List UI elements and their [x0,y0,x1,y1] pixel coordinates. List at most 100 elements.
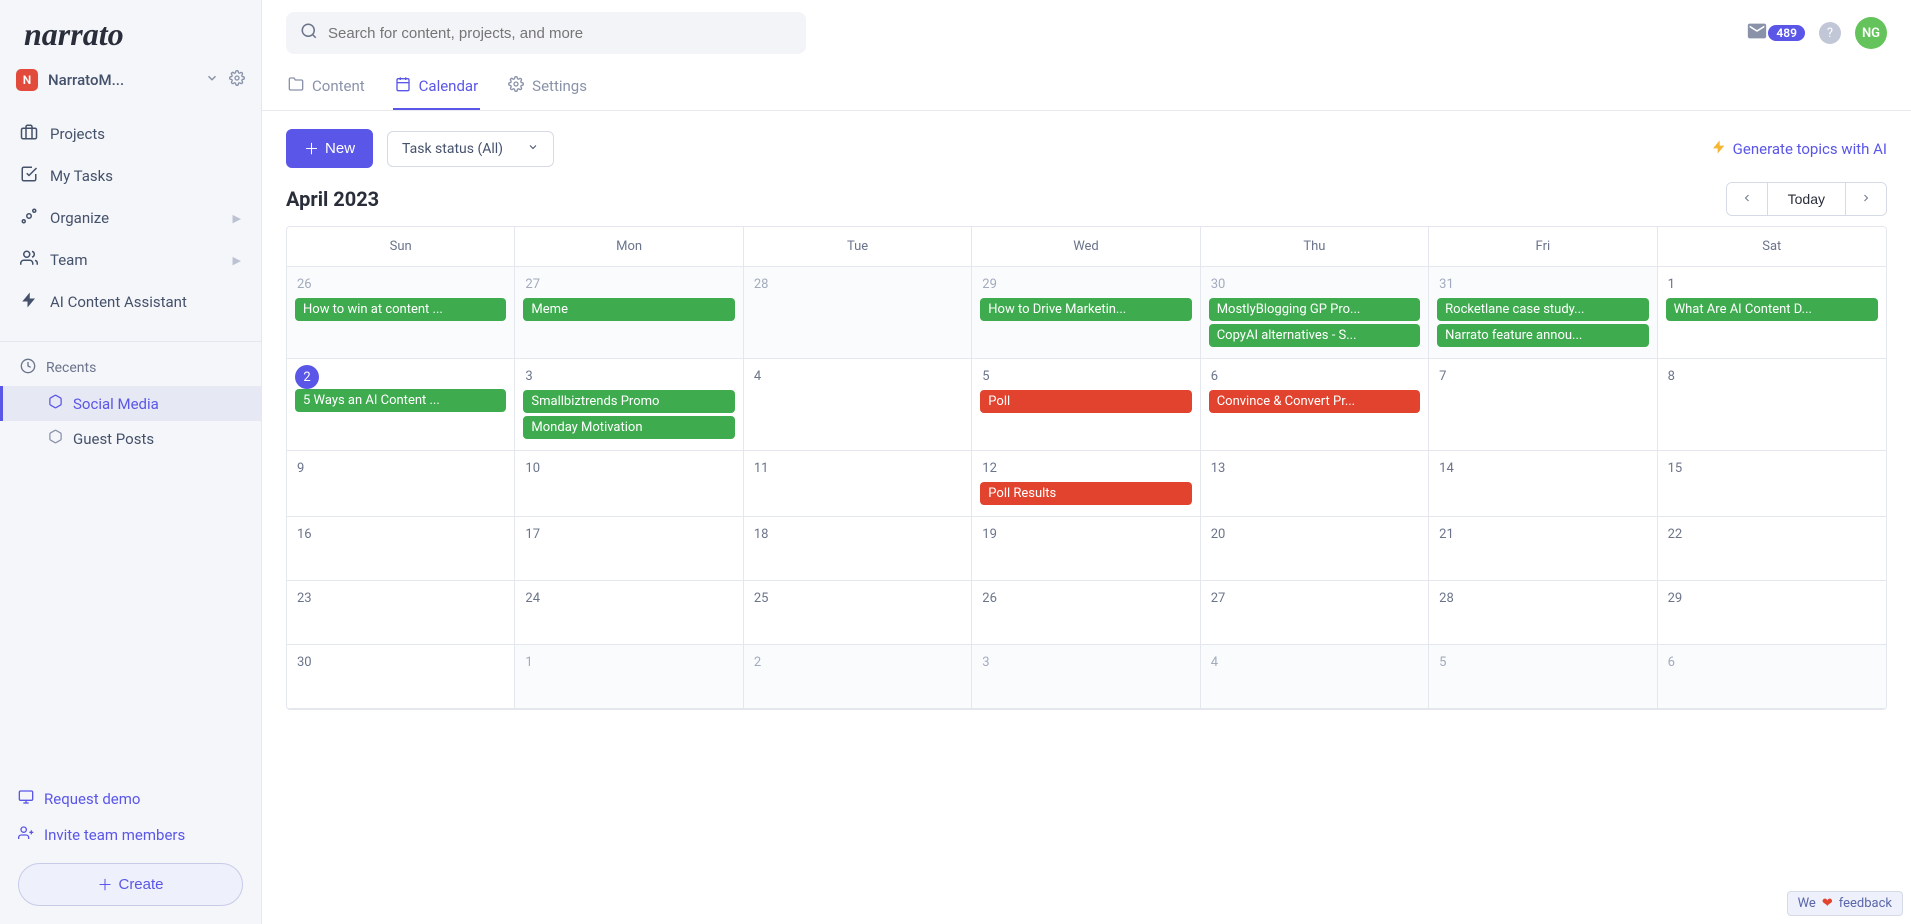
calendar-cell[interactable]: 27Meme [515,267,743,359]
calendar-cell[interactable]: 29How to Drive Marketin... [972,267,1200,359]
calendar-cell[interactable]: 8 [1658,359,1886,451]
calendar-event[interactable]: Smallbiztrends Promo [523,390,734,413]
calendar-event[interactable]: 5 Ways an AI Content ... [295,389,506,412]
calendar-cell[interactable]: 23 [287,581,515,645]
calendar-cell[interactable]: 11 [744,451,972,517]
tab-label: Calendar [419,77,479,95]
nav-team[interactable]: Team ▶ [0,239,261,281]
recent-item-social-media[interactable]: Social Media [0,386,261,421]
calendar-cell[interactable]: 3Smallbiztrends PromoMonday Motivation [515,359,743,451]
calendar-cell[interactable]: 10 [515,451,743,517]
recent-item-guest-posts[interactable]: Guest Posts [0,421,261,456]
calendar-dow-header: Mon [515,227,743,267]
calendar-cell[interactable]: 27 [1201,581,1429,645]
create-button[interactable]: ＋ Create [18,863,243,906]
day-number: 27 [1209,587,1228,612]
calendar-event[interactable]: Narrato feature annou... [1437,324,1648,347]
nav-label: My Tasks [50,167,113,185]
calendar-cell[interactable]: 30 [287,645,515,709]
tab-settings[interactable]: Settings [506,66,589,110]
day-number: 5 [1437,651,1448,676]
next-month-button[interactable] [1846,183,1886,215]
calendar-cell[interactable]: 9 [287,451,515,517]
calendar-cell[interactable]: 13 [1201,451,1429,517]
nav-label: AI Content Assistant [50,293,187,311]
calendar-event[interactable]: How to win at content ... [295,298,506,321]
calendar-event[interactable]: What Are AI Content D... [1666,298,1878,321]
calendar-cell[interactable]: 6Convince & Convert Pr... [1201,359,1429,451]
calendar-cell[interactable]: 14 [1429,451,1657,517]
calendar-cell[interactable]: 19 [972,517,1200,581]
calendar-cell[interactable]: 30MostlyBlogging GP Pro...CopyAI alterna… [1201,267,1429,359]
calendar-cell[interactable]: 22 [1658,517,1886,581]
calendar-event[interactable]: Convince & Convert Pr... [1209,390,1420,413]
calendar-cell[interactable]: 4 [1201,645,1429,709]
calendar-cell[interactable]: 29 [1658,581,1886,645]
calendar-cell[interactable]: 4 [744,359,972,451]
request-demo-link[interactable]: Request demo [18,781,243,817]
calendar-cell[interactable]: 31Rocketlane case study...Narrato featur… [1429,267,1657,359]
user-avatar[interactable]: NG [1855,17,1887,49]
day-number: 16 [295,523,314,548]
brand-logo[interactable]: narrato [0,0,261,61]
prev-month-button[interactable] [1727,183,1767,215]
nav-projects[interactable]: Projects [0,113,261,155]
calendar-cell[interactable]: 5 [1429,645,1657,709]
calendar-cell[interactable]: 1What Are AI Content D... [1658,267,1886,359]
calendar-cell[interactable]: 5Poll [972,359,1200,451]
calendar-event[interactable]: Rocketlane case study... [1437,298,1648,321]
calendar-cell[interactable]: 20 [1201,517,1429,581]
calendar-event[interactable]: MostlyBlogging GP Pro... [1209,298,1420,321]
calendar-cell[interactable]: 28 [744,267,972,359]
calendar-cell[interactable]: 16 [287,517,515,581]
calendar-event[interactable]: Poll Results [980,482,1191,505]
nav-my-tasks[interactable]: My Tasks [0,155,261,197]
help-button[interactable]: ? [1819,22,1841,44]
generate-topics-link[interactable]: Generate topics with AI [1711,139,1887,159]
today-button[interactable]: Today [1767,183,1846,215]
search-box[interactable] [286,12,806,54]
calendar-nav: Today [1726,182,1887,216]
calendar-cell[interactable]: 6 [1658,645,1886,709]
calendar-event[interactable]: Meme [523,298,734,321]
tab-content[interactable]: Content [286,66,367,110]
day-number: 13 [1209,457,1228,482]
calendar-event[interactable]: Monday Motivation [523,416,734,439]
calendar-cell[interactable]: 18 [744,517,972,581]
monitor-icon [18,789,34,809]
team-icon [20,249,38,271]
invite-team-link[interactable]: Invite team members [18,817,243,853]
new-button[interactable]: ＋ New [286,129,373,168]
nav-label: Projects [50,125,105,143]
calendar-cell[interactable]: 24 [515,581,743,645]
calendar-cell[interactable]: 2 [744,645,972,709]
calendar-cell[interactable]: 25 [744,581,972,645]
calendar-event[interactable]: CopyAI alternatives - S... [1209,324,1420,347]
tab-calendar[interactable]: Calendar [393,66,481,110]
calendar-grid: SunMonTueWedThuFriSat 26How to win at co… [286,226,1887,710]
calendar-cell[interactable]: 17 [515,517,743,581]
calendar-cell[interactable]: 15 [1658,451,1886,517]
calendar-cell[interactable]: 21 [1429,517,1657,581]
calendar-event[interactable]: Poll [980,390,1191,413]
inbox-button[interactable]: 489 [1746,20,1805,46]
day-number: 30 [295,651,314,676]
chevron-down-icon[interactable] [205,71,219,89]
day-number: 1 [1666,273,1677,298]
calendar-cell[interactable]: 25 Ways an AI Content ... [287,359,515,451]
calendar-cell[interactable]: 12Poll Results [972,451,1200,517]
nav-ai-assistant[interactable]: AI Content Assistant [0,281,261,323]
calendar-cell[interactable]: 3 [972,645,1200,709]
feedback-widget[interactable]: We ❤ feedback [1787,891,1903,916]
gear-icon[interactable] [229,70,245,90]
calendar-cell[interactable]: 26How to win at content ... [287,267,515,359]
search-input[interactable] [328,25,792,42]
calendar-cell[interactable]: 28 [1429,581,1657,645]
calendar-cell[interactable]: 26 [972,581,1200,645]
nav-organize[interactable]: Organize ▶ [0,197,261,239]
workspace-switcher[interactable]: N NarratoM... [0,61,261,103]
calendar-cell[interactable]: 7 [1429,359,1657,451]
calendar-cell[interactable]: 1 [515,645,743,709]
calendar-event[interactable]: How to Drive Marketin... [980,298,1191,321]
task-status-select[interactable]: Task status (All) [387,131,554,167]
